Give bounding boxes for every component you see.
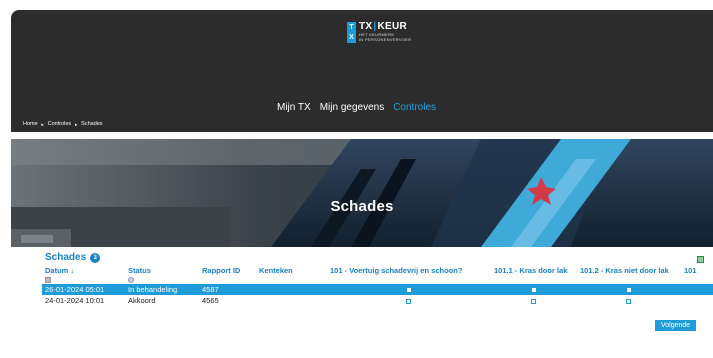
filter-row	[42, 275, 713, 284]
checkbox-unchecked-icon	[531, 298, 536, 304]
column-header-101[interactable]: 101 - Voertuig schadevrij en schoon?	[327, 265, 491, 275]
hero-taxi-image	[11, 139, 713, 247]
column-header-status[interactable]: Status	[125, 265, 199, 275]
logo-subtitle-2: IN PERSONENVERVOER	[359, 37, 412, 42]
hero-title: Schades	[330, 198, 394, 215]
logo-badge-bottom: X	[349, 34, 354, 42]
column-header-101-more[interactable]: 101	[681, 265, 713, 275]
page: T X TX|KEUR HET KEURMERK IN PERSONENVERV…	[0, 0, 713, 358]
status-filter-icon[interactable]	[128, 277, 134, 284]
txkeur-logo[interactable]: T X TX|KEUR HET KEURMERK IN PERSONENVERV…	[347, 22, 411, 43]
column-header-kenteken[interactable]: Kenteken	[256, 265, 327, 275]
sort-desc-icon: ↓	[70, 265, 75, 275]
table-header-row: Datum ↓ Status Rapport ID Kenteken 101 -…	[42, 265, 713, 275]
breadcrumb-home[interactable]: Home	[23, 121, 38, 127]
checkbox-unchecked-icon	[626, 298, 631, 304]
checkbox-checked-icon	[626, 288, 631, 293]
breadcrumb-separator-icon: ►	[74, 121, 79, 127]
logo-text: TX|KEUR HET KEURMERK IN PERSONENVERVOER	[359, 21, 412, 43]
section-title: Schades 3	[45, 252, 101, 263]
logo-badge: T X	[347, 22, 356, 43]
column-header-datum[interactable]: Datum ↓	[42, 265, 125, 275]
next-page-button[interactable]: Volgende	[655, 320, 697, 331]
cell-kenteken	[256, 295, 327, 306]
cell-rapport-id: 4565	[202, 296, 219, 305]
logo-title-left: TX	[359, 21, 373, 32]
cell-kenteken	[256, 284, 327, 295]
logo-title-right: KEUR	[377, 21, 408, 32]
checkbox-checked-icon	[531, 288, 536, 293]
hero-banner: Schades	[11, 139, 713, 247]
table-row[interactable]: 26-01-2024 05:01 In behandeling 4587	[42, 284, 713, 295]
cell-datum: 24-01-2024 10:01	[45, 296, 105, 305]
schades-table: Datum ↓ Status Rapport ID Kenteken 101 -…	[42, 265, 713, 306]
cell-rapport-id: 4587	[199, 284, 256, 295]
count-badge: 3	[90, 252, 101, 263]
logo-badge-top: T	[349, 23, 354, 31]
column-header-101-1[interactable]: 101.1 - Kras door lak	[491, 265, 577, 275]
checkbox-checked-icon	[406, 288, 411, 293]
cell-status: In behandeling	[125, 284, 199, 295]
column-datum-label: Datum	[45, 265, 69, 275]
breadcrumb-schades: Schades	[81, 121, 103, 127]
column-header-101-2[interactable]: 101.2 - Kras niet door lak	[577, 265, 681, 275]
nav-item-mijn-gegevens[interactable]: Mijn gegevens	[320, 102, 384, 113]
nav-item-mijn-tx[interactable]: Mijn TX	[277, 102, 311, 113]
site-header: T X TX|KEUR HET KEURMERK IN PERSONENVERV…	[11, 10, 713, 132]
cell-datum: 26-01-2024 05:01	[42, 284, 125, 295]
excel-export-icon[interactable]	[697, 256, 704, 263]
main-nav: Mijn TX Mijn gegevens Controles	[277, 102, 445, 113]
breadcrumb-separator-icon: ►	[40, 121, 45, 127]
nav-item-controles[interactable]: Controles	[393, 102, 436, 113]
table-row[interactable]: 24-01-2024 10:01 Akkoord 4565	[42, 295, 713, 306]
breadcrumb: Home ► Controles ► Schades	[23, 121, 106, 127]
cell-status: Akkoord	[128, 296, 156, 305]
column-header-rapport-id[interactable]: Rapport ID	[199, 265, 256, 275]
date-filter-icon[interactable]	[45, 277, 51, 284]
checkbox-unchecked-icon	[406, 298, 411, 304]
section-title-text: Schades	[45, 252, 87, 263]
breadcrumb-controles[interactable]: Controles	[48, 121, 72, 127]
